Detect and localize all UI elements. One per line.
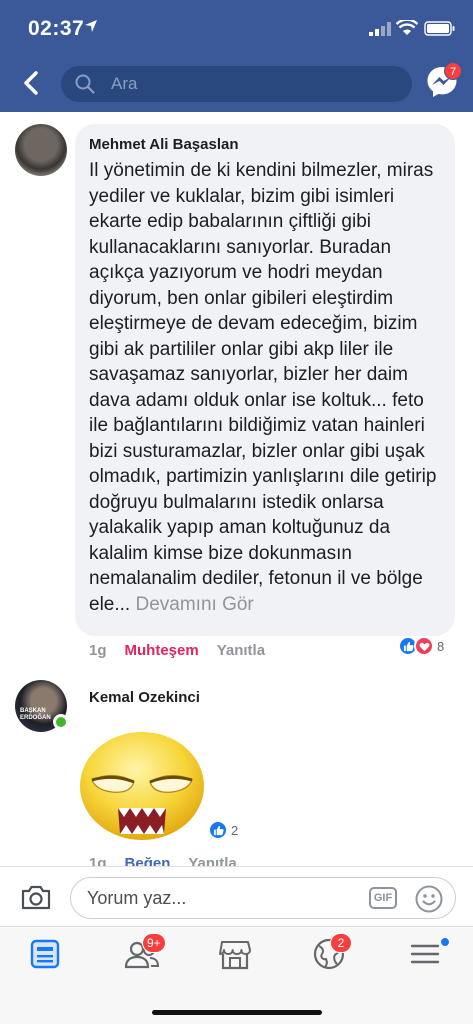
comment-bubble[interactable]: Mehmet Ali Başaslan Il yönetimin de ki k… [75,124,455,636]
comment-time: 1g [89,642,107,659]
comment-placeholder: Yorum yaz... [87,888,187,908]
search-placeholder: Ara [111,74,138,93]
menu-notification-dot [440,937,450,947]
online-status-dot [53,714,69,730]
status-bar: 02:37 [0,0,473,58]
notifications-badge: 2 [330,933,352,953]
comment-body: Il yönetimin de ki kendini bilmezler, mi… [89,160,437,615]
comment-author[interactable]: Mehmet Ali Başaslan [89,136,239,153]
camera-icon[interactable] [20,883,52,911]
reaction-count: 2 [231,822,239,838]
status-time: 02:37 [28,17,85,40]
news-feed-icon [30,939,60,969]
reaction-summary[interactable]: 2 [208,820,238,840]
sticker-smiley-icon[interactable] [414,884,444,914]
tab-news-feed[interactable] [28,937,68,973]
tab-notifications[interactable]: 2 [312,933,352,973]
marketplace-icon [219,941,251,970]
messenger-badge: 7 [444,62,462,80]
wifi-icon [396,20,418,35]
reply-button[interactable]: Yanıtla [217,642,265,659]
home-indicator[interactable] [152,1010,322,1015]
gif-button[interactable]: GIF [369,887,397,909]
like-icon [208,820,228,840]
tab-friends[interactable]: 9+ [124,933,166,973]
avatar[interactable] [15,124,67,176]
location-arrow-icon [85,20,97,32]
reaction-button[interactable]: Muhteşem [125,642,199,659]
search-bar[interactable]: Ara [61,66,412,102]
search-icon [75,74,95,94]
comment-actions: 1g Muhteşem Yanıtla [89,642,283,659]
battery-icon [424,21,455,36]
friends-badge: 9+ [142,933,166,953]
cellular-signal-icon [369,22,391,36]
messenger-button[interactable]: 7 [424,62,462,102]
comment-author[interactable]: Kemal Ozekinci [89,689,200,706]
top-navigation-bar: 02:37 Ara 7 [0,0,473,112]
back-arrow-icon[interactable] [14,66,48,100]
reaction-count: 8 [437,638,445,654]
tab-marketplace[interactable] [218,937,258,973]
comment-text: Il yönetimin de ki kendini bilmezler, mi… [89,158,445,617]
comment-input[interactable]: Yorum yaz... GIF [70,877,456,919]
tab-menu[interactable] [408,937,450,973]
see-more-link[interactable]: Devamını Gör [135,594,253,615]
grumpy-emoji-sticker [80,732,204,840]
menu-hamburger-icon [410,944,440,964]
comment-composer: Yorum yaz... GIF [0,866,473,926]
reaction-summary[interactable]: 8 [398,633,444,659]
love-icon [414,636,434,656]
